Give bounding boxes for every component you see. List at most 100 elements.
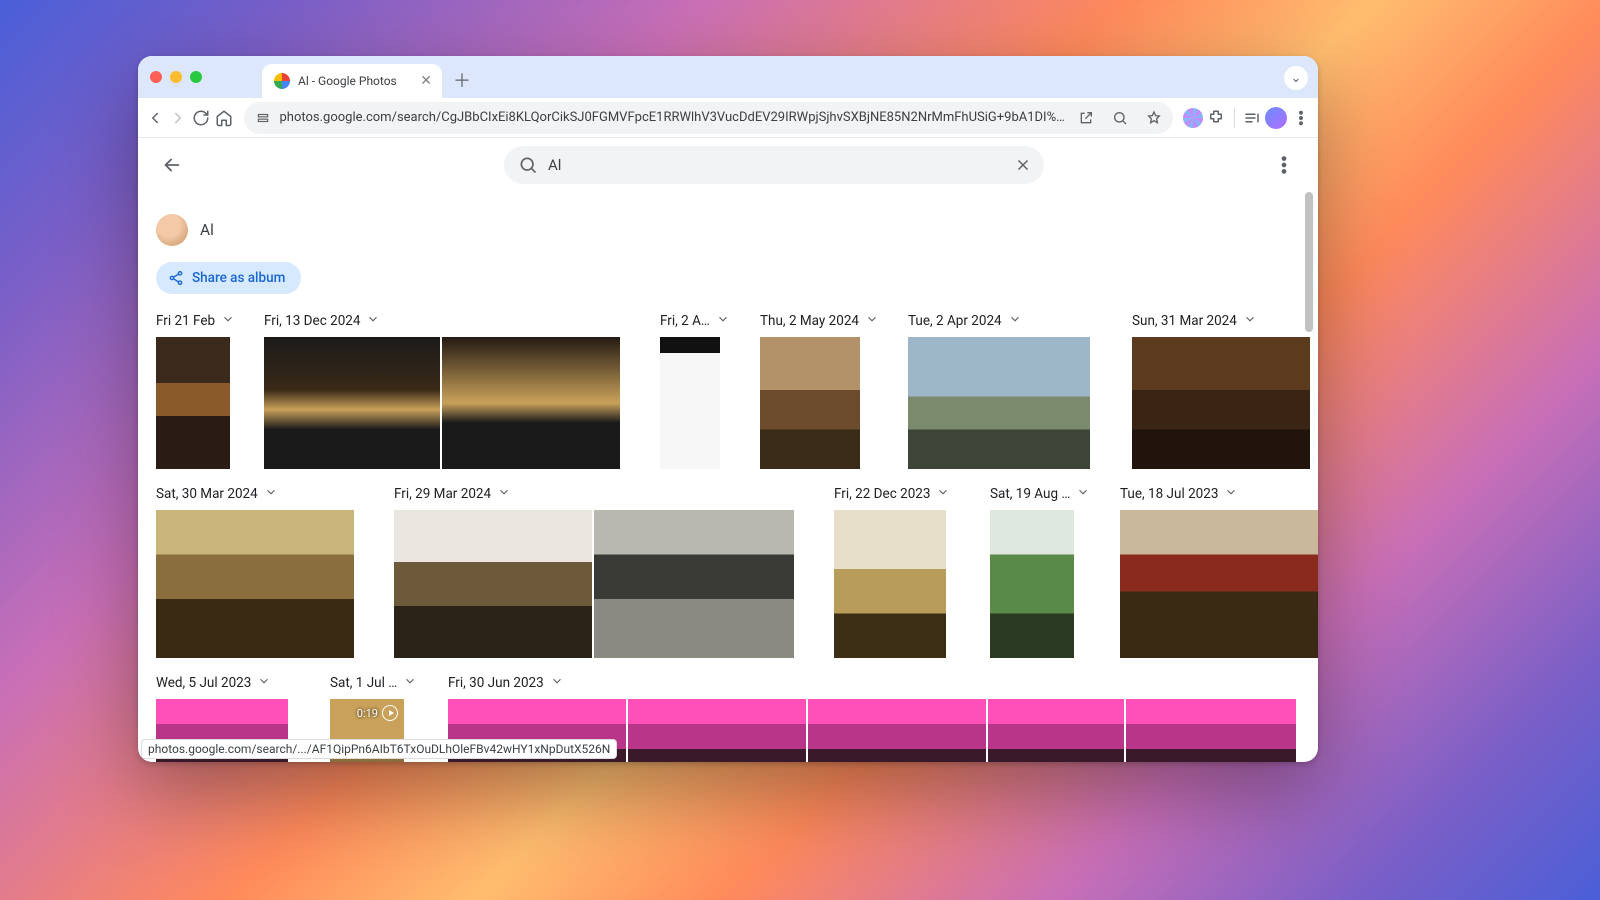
date-section: Sat, 30 Mar 2024 bbox=[156, 485, 360, 658]
more-options-button[interactable] bbox=[1264, 145, 1304, 185]
scrollbar-track[interactable] bbox=[1302, 192, 1316, 754]
date-label: Fri, 2 A… bbox=[660, 313, 710, 329]
tabs-dropdown-button[interactable]: ⌄ bbox=[1284, 66, 1308, 90]
person-avatar[interactable] bbox=[156, 214, 188, 246]
photo-thumb[interactable] bbox=[660, 337, 720, 469]
search-bar[interactable]: Al bbox=[504, 146, 1044, 184]
person-header: Al bbox=[156, 214, 1296, 246]
reload-button[interactable] bbox=[192, 102, 211, 134]
photo-thumb[interactable] bbox=[808, 699, 986, 762]
profile-avatar[interactable] bbox=[1265, 102, 1287, 134]
date-header[interactable]: Thu, 2 May 2024 bbox=[760, 312, 874, 329]
photo-thumb[interactable] bbox=[156, 337, 230, 469]
date-header[interactable]: Fri, 30 Jun 2023 bbox=[448, 674, 1296, 691]
url-text: photos.google.com/search/CgJBbCIxEi8KLQo… bbox=[280, 110, 1065, 125]
date-row: Fri 21 Feb Fri, 13 Dec 2024 Fri, 2 A… Thu, … bbox=[156, 312, 1296, 469]
chevron-down-icon[interactable] bbox=[550, 674, 564, 691]
chevron-down-icon[interactable] bbox=[366, 312, 380, 329]
extension-icon[interactable] bbox=[1183, 102, 1203, 134]
photo-thumb[interactable] bbox=[1120, 510, 1318, 658]
search-icon bbox=[518, 155, 538, 175]
date-header[interactable]: Sun, 31 Mar 2024 bbox=[1132, 312, 1318, 329]
photo-thumb[interactable] bbox=[760, 337, 860, 469]
photo-thumb[interactable] bbox=[1132, 337, 1310, 469]
date-section: Thu, 2 May 2024 bbox=[760, 312, 874, 469]
photo-thumb[interactable] bbox=[834, 510, 946, 658]
date-header[interactable]: Fri, 29 Mar 2024 bbox=[394, 485, 800, 502]
date-header[interactable]: Fri 21 Feb bbox=[156, 312, 230, 329]
share-as-album-button[interactable]: Share as album bbox=[156, 262, 301, 294]
chevron-down-icon[interactable] bbox=[1008, 312, 1022, 329]
search-query: Al bbox=[548, 156, 998, 174]
browser-tab[interactable]: Al - Google Photos ✕ bbox=[262, 64, 442, 98]
date-label: Fri, 29 Mar 2024 bbox=[394, 486, 491, 502]
window-controls bbox=[150, 56, 202, 98]
minimize-window-button[interactable] bbox=[170, 71, 182, 83]
date-header[interactable]: Fri, 22 Dec 2023 bbox=[834, 485, 956, 502]
chevron-down-icon[interactable] bbox=[257, 674, 271, 691]
photo-thumb[interactable] bbox=[908, 337, 1090, 469]
photo-thumb[interactable] bbox=[156, 510, 354, 658]
date-header[interactable]: Fri, 2 A… bbox=[660, 312, 726, 329]
zoom-icon[interactable] bbox=[1107, 105, 1133, 131]
address-bar[interactable]: photos.google.com/search/CgJBbCIxEi8KLQo… bbox=[244, 102, 1173, 134]
photo-thumb[interactable] bbox=[594, 510, 794, 658]
close-tab-button[interactable]: ✕ bbox=[420, 74, 432, 88]
date-label: Fri, 13 Dec 2024 bbox=[264, 313, 360, 329]
chevron-down-icon[interactable] bbox=[403, 674, 417, 691]
chevron-down-icon[interactable] bbox=[716, 312, 730, 329]
date-section: Fri, 2 A… bbox=[660, 312, 726, 469]
photo-thumb[interactable] bbox=[264, 337, 440, 469]
chevron-down-icon[interactable] bbox=[936, 485, 950, 502]
back-button[interactable] bbox=[146, 102, 165, 134]
chevron-down-icon[interactable] bbox=[221, 312, 235, 329]
date-label: Tue, 18 Jul 2023 bbox=[1120, 486, 1218, 502]
chevron-down-icon[interactable] bbox=[497, 485, 511, 502]
browser-menu-button[interactable] bbox=[1291, 102, 1310, 134]
date-header[interactable]: Sat, 30 Mar 2024 bbox=[156, 485, 360, 502]
date-section: Fri, 29 Mar 2024 bbox=[394, 485, 800, 658]
new-tab-button[interactable]: ＋ bbox=[448, 66, 476, 94]
date-header[interactable]: Sat, 19 Aug … bbox=[990, 485, 1086, 502]
browser-toolbar: photos.google.com/search/CgJBbCIxEi8KLQo… bbox=[138, 98, 1318, 138]
photo-thumb[interactable] bbox=[442, 337, 620, 469]
play-icon bbox=[382, 705, 398, 721]
date-label: Fri 21 Feb bbox=[156, 313, 215, 329]
app-back-button[interactable] bbox=[152, 145, 192, 185]
date-header[interactable]: Tue, 2 Apr 2024 bbox=[908, 312, 1098, 329]
favicon-icon bbox=[274, 73, 290, 89]
zoom-window-button[interactable] bbox=[190, 71, 202, 83]
share-icon bbox=[168, 270, 184, 286]
date-section: Fri 21 Feb bbox=[156, 312, 230, 469]
open-external-icon[interactable] bbox=[1073, 105, 1099, 131]
date-row: Sat, 30 Mar 2024 Fri, 29 Mar 2024 Fri, 22 … bbox=[156, 485, 1296, 658]
photo-thumb[interactable] bbox=[990, 510, 1074, 658]
photo-thumb[interactable] bbox=[988, 699, 1124, 762]
extensions-button[interactable] bbox=[1207, 102, 1226, 134]
chevron-down-icon[interactable] bbox=[1076, 485, 1090, 502]
chevron-down-icon[interactable] bbox=[264, 485, 278, 502]
site-info-icon[interactable] bbox=[254, 109, 272, 127]
chevron-down-icon[interactable] bbox=[1224, 485, 1238, 502]
photo-thumb[interactable] bbox=[1126, 699, 1296, 762]
date-label: Wed, 5 Jul 2023 bbox=[156, 675, 251, 691]
home-button[interactable] bbox=[215, 102, 234, 134]
chevron-down-icon[interactable] bbox=[1243, 312, 1257, 329]
chevron-down-icon[interactable] bbox=[865, 312, 879, 329]
date-section: Sun, 31 Mar 2024 bbox=[1132, 312, 1318, 469]
close-window-button[interactable] bbox=[150, 71, 162, 83]
forward-button[interactable] bbox=[169, 102, 188, 134]
date-header[interactable]: Sat, 1 Jul … bbox=[330, 674, 414, 691]
date-header[interactable]: Tue, 18 Jul 2023 bbox=[1120, 485, 1318, 502]
date-header[interactable]: Fri, 13 Dec 2024 bbox=[264, 312, 626, 329]
date-label: Sat, 19 Aug … bbox=[990, 486, 1070, 502]
media-controls-button[interactable] bbox=[1242, 102, 1261, 134]
photo-thumb[interactable] bbox=[394, 510, 592, 658]
scrollbar-thumb[interactable] bbox=[1305, 192, 1313, 332]
titlebar: Al - Google Photos ✕ ＋ ⌄ bbox=[138, 56, 1318, 98]
bookmark-star-icon[interactable] bbox=[1141, 105, 1167, 131]
app-header: Al bbox=[138, 138, 1318, 192]
date-header[interactable]: Wed, 5 Jul 2023 bbox=[156, 674, 296, 691]
photo-thumb[interactable] bbox=[628, 699, 806, 762]
clear-search-button[interactable] bbox=[1008, 150, 1038, 180]
